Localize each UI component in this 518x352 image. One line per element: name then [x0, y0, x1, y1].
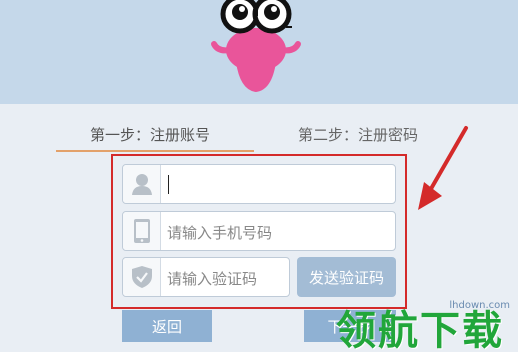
step-two-label[interactable]: 第二步：注册密码: [298, 124, 418, 145]
watermark-url: lhdown.com: [449, 300, 510, 311]
highlight-box: [111, 154, 407, 309]
header-banner: [0, 0, 518, 104]
step-one-label[interactable]: 第一步：注册账号: [90, 124, 210, 145]
back-button[interactable]: 返回: [122, 310, 212, 342]
active-step-underline: [56, 150, 254, 152]
red-arrow: [418, 126, 468, 210]
mascot-image: [211, 0, 301, 92]
